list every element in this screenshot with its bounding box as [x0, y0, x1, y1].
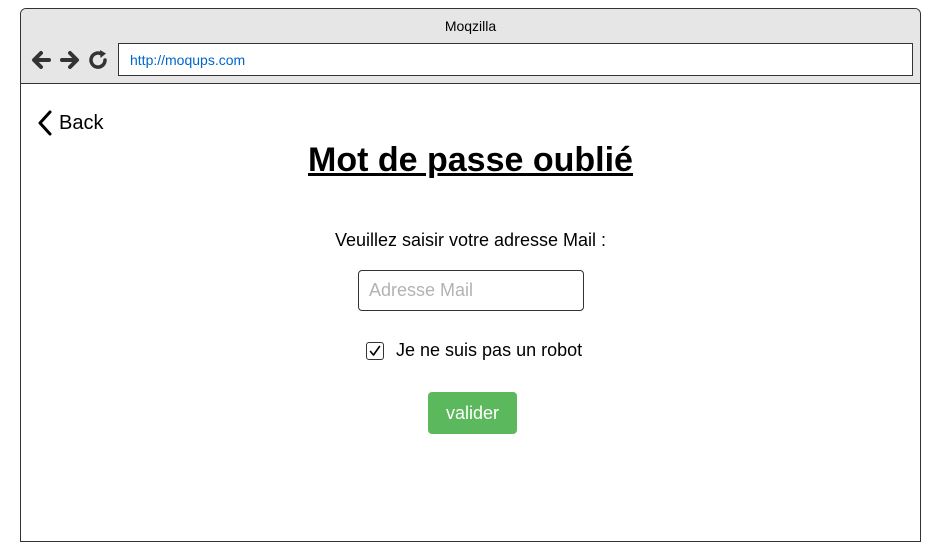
email-prompt: Veuillez saisir votre adresse Mail :: [334, 230, 607, 250]
page-title: Mot de passe oublié: [308, 141, 633, 179]
browser-chrome: Moqzilla: [21, 9, 920, 84]
forward-arrow-icon[interactable]: [58, 47, 82, 73]
robot-checkbox[interactable]: [366, 341, 384, 360]
robot-check-row[interactable]: Je ne suis pas un robot: [366, 340, 582, 361]
submit-button[interactable]: valider: [428, 392, 517, 434]
page-content: Back Mot de passe oublié Veuillez saisir…: [21, 84, 920, 541]
address-bar[interactable]: [118, 43, 913, 76]
back-arrow-icon[interactable]: [29, 47, 53, 73]
browser-window: Moqzilla Back Mot de passe oublié: [20, 8, 921, 542]
reload-icon[interactable]: [87, 47, 111, 73]
window-title: Moqzilla: [444, 18, 497, 34]
email-field[interactable]: [358, 270, 584, 311]
back-link[interactable]: Back: [37, 110, 103, 136]
robot-checkbox-label: Je ne suis pas un robot: [396, 340, 583, 360]
chevron-left-icon: [38, 110, 52, 136]
checkmark-icon: [369, 345, 381, 356]
back-link-label: Back: [59, 111, 104, 134]
